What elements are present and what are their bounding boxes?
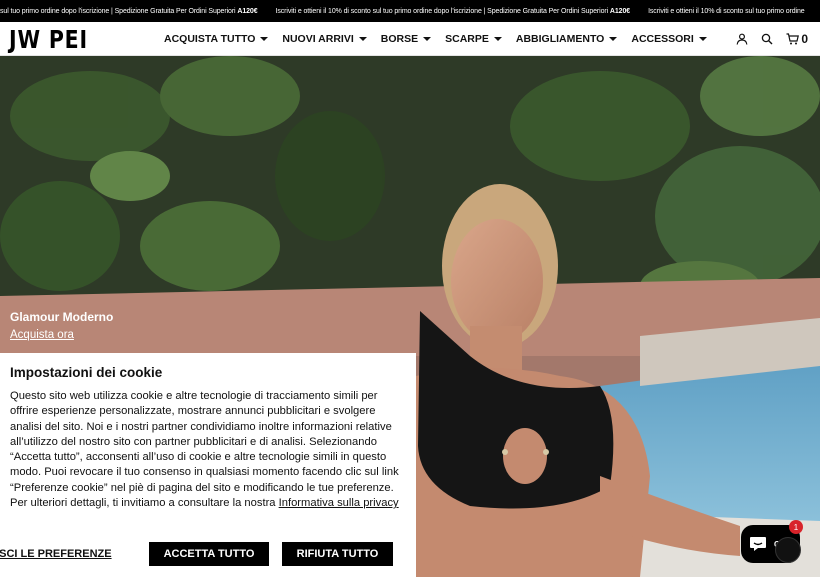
cookie-body-text: Questo sito web utilizza cookie e altre … (10, 390, 399, 510)
chevron-down-icon (423, 37, 432, 41)
announcement-segment: sul tuo primo ordine dopo l'iscrizione |… (0, 7, 258, 15)
accept-all-button[interactable]: ACCETTA TUTTO (149, 542, 269, 566)
nav-item-borse[interactable]: BORSE (380, 33, 432, 45)
cookie-actions: STISCI LE PREFERENZE ACCETTA TUTTO RIFIU… (0, 542, 416, 566)
privacy-policy-link[interactable]: Informativa sulla privacy (279, 497, 399, 509)
nav-item-scarpe[interactable]: SCARPE (445, 33, 502, 45)
nav-label: ABBIGLIAMENTO (515, 33, 605, 45)
nav-label: ACCESSORI (631, 33, 694, 45)
logo[interactable]: JW PEI (9, 25, 88, 54)
nav-item-acquista-tutto[interactable]: ACQUISTA TUTTO (164, 33, 269, 45)
nav-label: NUOVI ARRIVI (282, 33, 354, 45)
reject-all-button[interactable]: RIFIUTA TUTTO (282, 542, 393, 566)
announcement-bar: sul tuo primo ordine dopo l'iscrizione |… (0, 0, 820, 22)
user-icon[interactable] (736, 33, 748, 45)
manage-preferences-button[interactable]: STISCI LE PREFERENZE (0, 542, 112, 566)
cart-icon[interactable]: 0 (786, 32, 808, 46)
cart-count: 0 (801, 32, 808, 46)
announcement-segment: Iscriviti e ottieni il 10% di sconto sul… (648, 7, 805, 15)
search-icon[interactable] (761, 33, 773, 45)
chevron-down-icon (493, 37, 502, 41)
nav-item-accessori[interactable]: ACCESSORI (631, 33, 707, 45)
nav-label: BORSE (380, 33, 419, 45)
chat-notification-badge: 1 (789, 520, 803, 534)
nav-item-abbigliamento[interactable]: ABBIGLIAMENTO (515, 33, 618, 45)
nav-label: SCARPE (445, 33, 489, 45)
main-nav: ACQUISTA TUTTO NUOVI ARRIVI BORSE SCARPE… (164, 22, 721, 56)
cookie-body: Questo sito web utilizza cookie e altre … (10, 389, 408, 511)
chat-avatar-icon[interactable] (775, 537, 801, 563)
chevron-down-icon (698, 37, 707, 41)
site-header: JW PEI ACQUISTA TUTTO NUOVI ARRIVI BORSE… (0, 22, 820, 56)
chat-bubble-icon (750, 537, 766, 551)
header-icons: 0 (723, 22, 808, 56)
hero-caption: Glamour Moderno Acquista ora (10, 310, 113, 341)
announcement-segment: Iscriviti e ottieni il 10% di sconto sul… (275, 7, 631, 15)
chevron-down-icon (358, 37, 367, 41)
cookie-title: Impostazioni dei cookie (10, 365, 163, 380)
nav-label: ACQUISTA TUTTO (164, 33, 256, 45)
nav-item-nuovi-arrivi[interactable]: NUOVI ARRIVI (282, 33, 367, 45)
hero-title: Glamour Moderno (10, 310, 114, 324)
shop-now-link[interactable]: Acquista ora (10, 329, 113, 341)
chevron-down-icon (609, 37, 618, 41)
chevron-down-icon (260, 37, 269, 41)
